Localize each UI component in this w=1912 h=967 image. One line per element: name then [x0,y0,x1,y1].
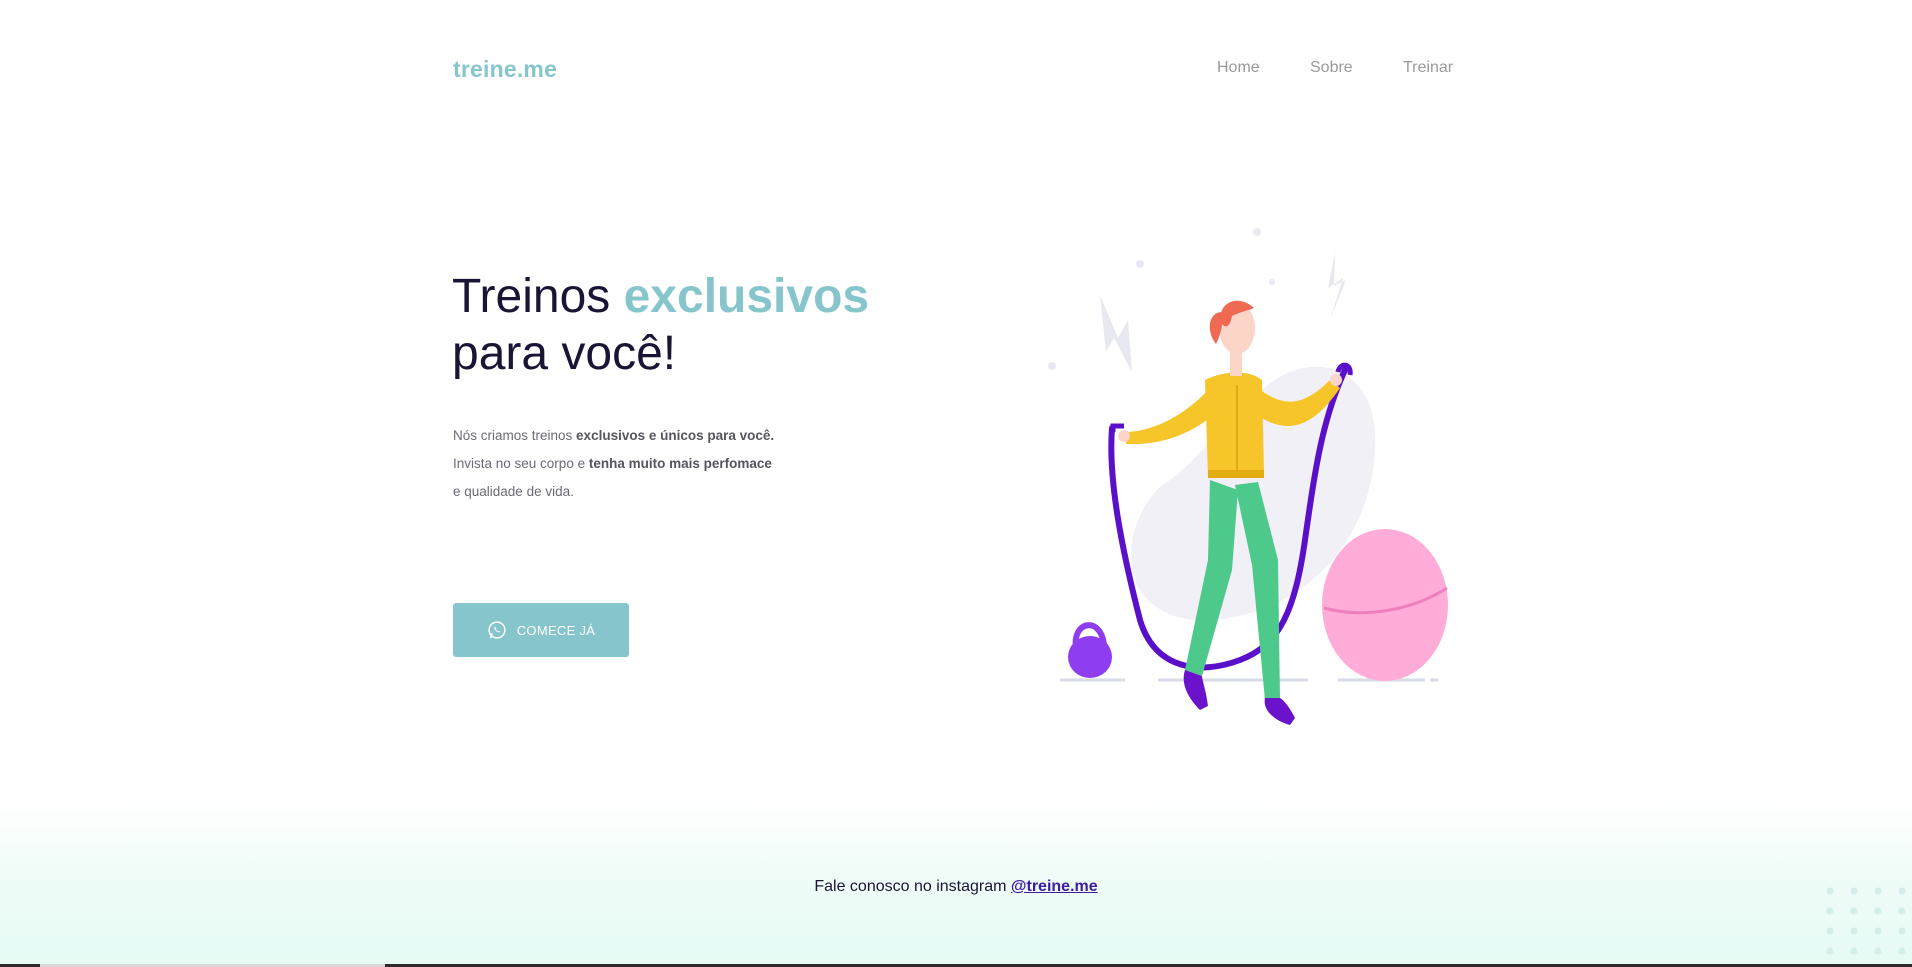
hero-description: Nós criamos treinos exclusivos e únicos … [453,422,774,506]
hero-text-l1-bold: exclusivos e únicos para você. [576,428,775,443]
hero-title-part2: para você! [452,327,677,380]
footer-contact-text: Fale conosco no instagram [814,878,1011,895]
site-logo[interactable]: treine.me [453,56,557,83]
jump-rope-woman-illustration [1048,228,1448,725]
start-now-label: COMECE JÁ [516,622,596,638]
hero-text-l2: Invista no seu corpo e [453,456,589,471]
nav-train-link[interactable]: Treinar [1403,59,1453,77]
hero-text-l3: e qualidade de vida. [453,484,574,499]
hero-title-part1: Treinos [452,270,624,323]
hero-text-l1: Nós criamos treinos [453,428,577,443]
instagram-link[interactable]: @treine.me [1011,878,1098,895]
hero-title-accent: exclusivos [623,270,870,323]
nav-home-link[interactable]: Home [1217,59,1260,77]
hero-text-l2-bold: tenha muito mais perfomace [588,456,772,471]
decorative-dot-grid [1826,887,1906,955]
landing-page: treine.me Home Sobre Treinar Treinos exc… [0,0,1912,967]
whatsapp-icon [487,620,507,640]
nav-about-link[interactable]: Sobre [1310,59,1353,77]
hero-title: Treinos exclusivos para você! [452,268,869,382]
start-now-button[interactable]: COMECE JÁ [453,603,629,657]
footer-contact: Fale conosco no instagram @treine.me [0,878,1912,896]
